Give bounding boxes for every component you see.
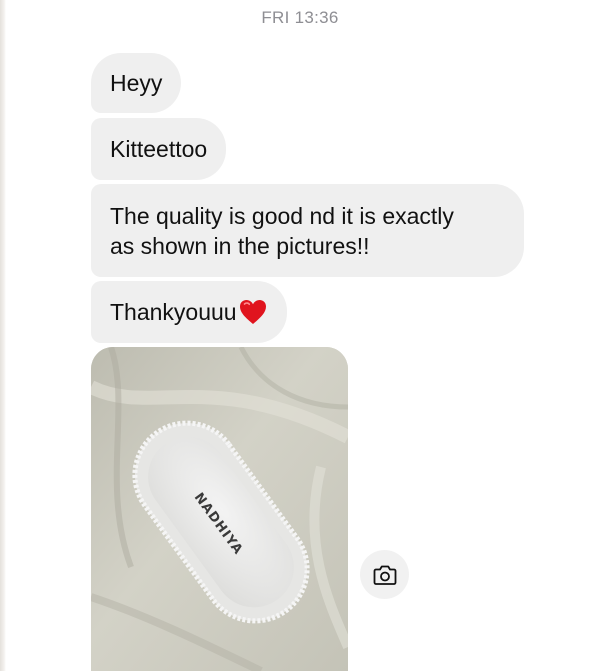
camera-button[interactable] xyxy=(360,550,409,599)
message-text: Thankyouuu xyxy=(110,299,237,325)
message-text: Heyy xyxy=(110,70,163,96)
window-edge xyxy=(0,0,6,671)
heart-emoji-icon xyxy=(239,300,266,324)
message-bubble[interactable]: Kitteettoo xyxy=(91,118,227,180)
photo-attachment[interactable]: NADHIYA xyxy=(91,347,348,671)
message-text-line: The quality is good nd it is exactly xyxy=(110,203,454,229)
message-bubble[interactable]: Heyy xyxy=(91,53,182,113)
message-text: Kitteettoo xyxy=(110,136,208,162)
photo-image: NADHIYA xyxy=(91,347,348,671)
message-bubble[interactable]: The quality is good nd it is exactly as … xyxy=(91,184,524,277)
message-bubble[interactable]: Thankyouuu xyxy=(91,281,287,343)
message-timestamp: FRI 13:36 xyxy=(261,8,339,27)
camera-icon xyxy=(373,565,396,585)
message-text-line: as shown in the pictures!! xyxy=(110,233,370,259)
